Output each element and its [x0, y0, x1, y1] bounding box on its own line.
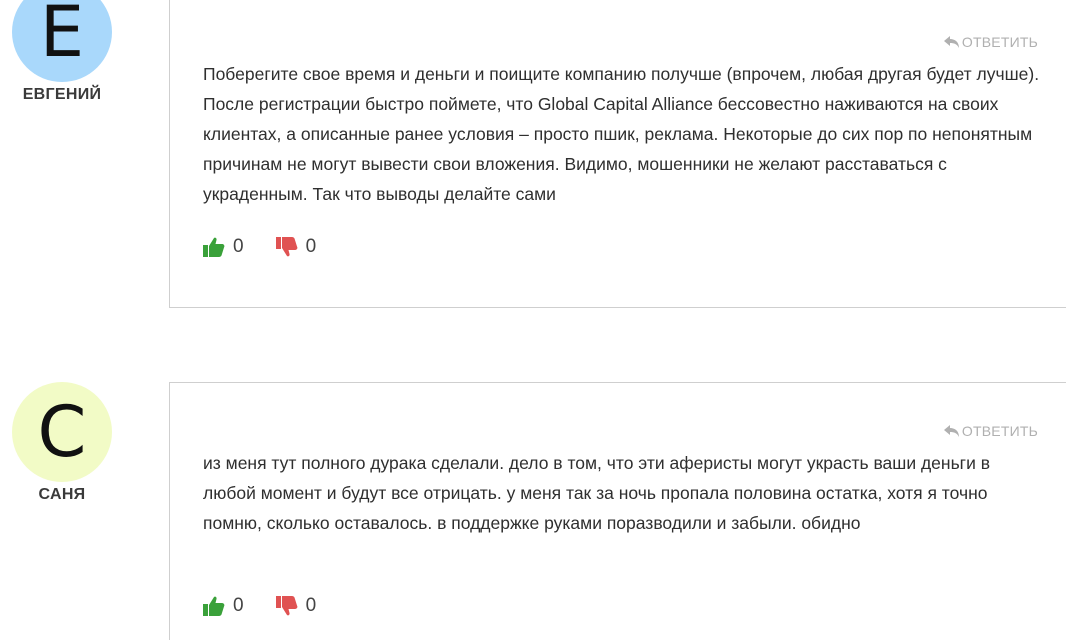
comment-body: ОТВЕТИТЬ Поберегите свое время и деньги …: [169, 0, 1066, 308]
reply-arrow-icon: [943, 425, 960, 437]
thumbs-up-icon: [203, 237, 225, 257]
like-count: 0: [233, 595, 244, 616]
avatar: C: [12, 382, 112, 482]
comments-section: E ЕВГЕНИЙ ОТВЕТИТЬ Поберегите свое время…: [0, 0, 1066, 640]
thumbs-up-icon: [203, 596, 225, 616]
reply-arrow-icon: [943, 36, 960, 48]
like-count: 0: [233, 236, 244, 257]
reply-label: ОТВЕТИТЬ: [961, 34, 1038, 50]
vote-bar: 0 0: [203, 236, 348, 258]
dislike-count: 0: [305, 236, 317, 257]
avatar-letter: C: [37, 391, 87, 473]
reply-button[interactable]: ОТВЕТИТЬ: [943, 423, 1038, 439]
thumbs-down-icon: [275, 596, 298, 616]
author-name: САНЯ: [38, 486, 86, 503]
comment: C САНЯ ОТВЕТИТЬ из меня тут полного дура…: [0, 382, 1066, 640]
avatar-letter: E: [39, 0, 85, 73]
comment: E ЕВГЕНИЙ ОТВЕТИТЬ Поберегите свое время…: [0, 0, 1066, 308]
comment-author: E ЕВГЕНИЙ: [0, 0, 124, 104]
dislike-button[interactable]: 0: [275, 236, 317, 258]
like-button[interactable]: 0: [203, 595, 244, 617]
thumbs-down-icon: [275, 237, 298, 257]
comment-author: C САНЯ: [0, 382, 124, 504]
avatar: E: [12, 0, 112, 82]
reply-button[interactable]: ОТВЕТИТЬ: [943, 34, 1038, 50]
comment-text: из меня тут полного дурака сделали. дело…: [203, 453, 991, 533]
comment-body: ОТВЕТИТЬ из меня тут полного дурака сдел…: [169, 382, 1066, 640]
like-button[interactable]: 0: [203, 236, 244, 258]
author-name: ЕВГЕНИЙ: [22, 86, 102, 103]
dislike-count: 0: [305, 595, 317, 616]
dislike-button[interactable]: 0: [275, 595, 317, 617]
vote-bar: 0 0: [203, 595, 348, 617]
reply-label: ОТВЕТИТЬ: [961, 423, 1038, 439]
comment-text: Поберегите свое время и деньги и поищите…: [203, 64, 1040, 204]
